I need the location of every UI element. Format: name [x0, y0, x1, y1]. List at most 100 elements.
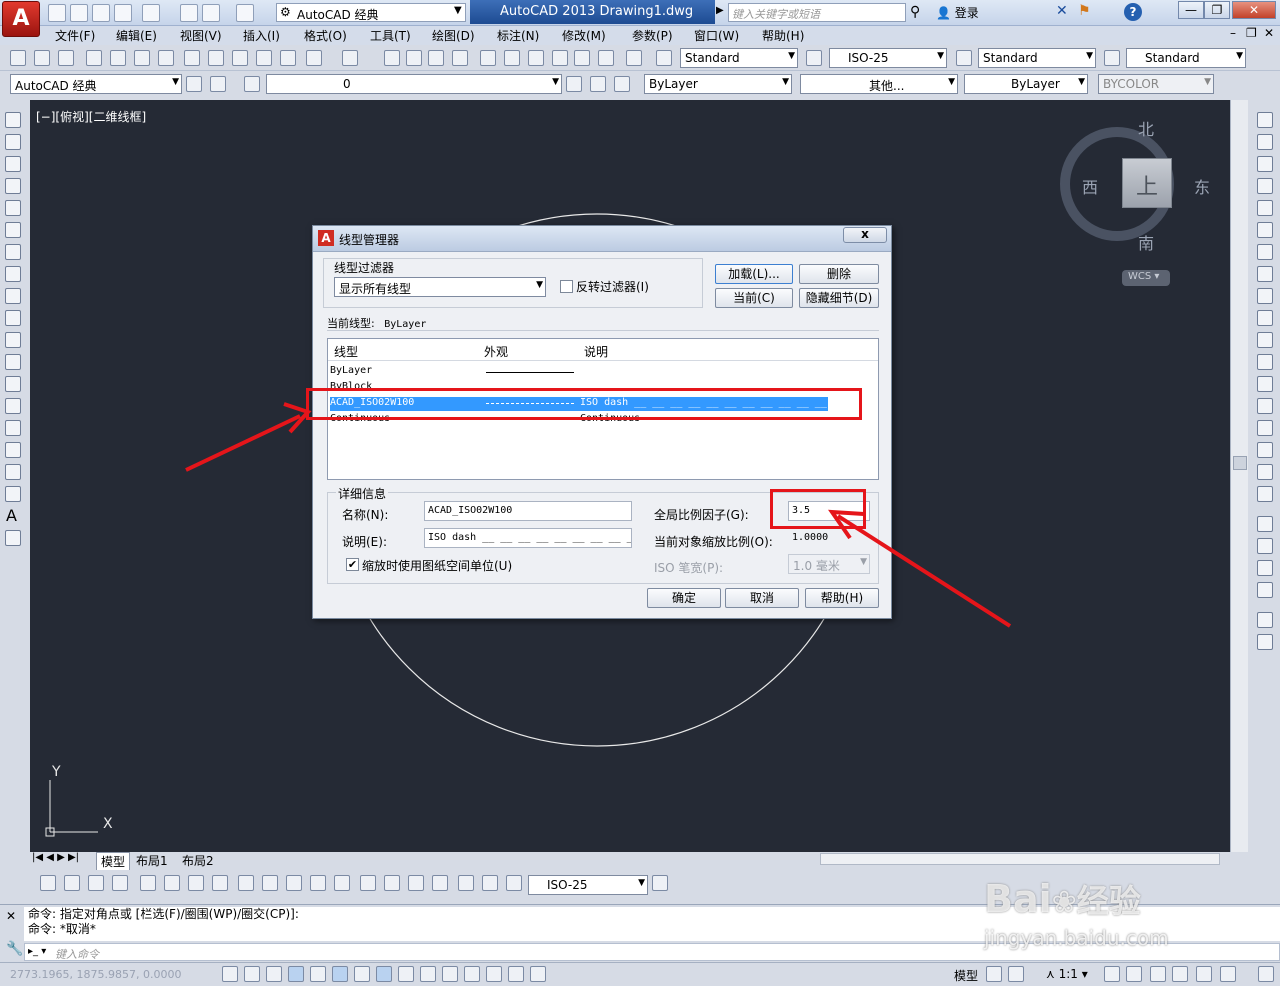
linetype-combo[interactable]: 其他... ▼: [800, 74, 958, 94]
tab-model[interactable]: 模型: [96, 852, 131, 871]
text-above-icon[interactable]: [1257, 612, 1273, 628]
annotation-visibility-icon[interactable]: [1104, 966, 1120, 982]
model-space-toggle[interactable]: 模型: [954, 967, 978, 984]
description-field[interactable]: ISO dash __ __ __ __ __ __ __ __ __ __ _…: [424, 528, 632, 548]
inspection-icon[interactable]: [408, 875, 424, 891]
doc-restore-icon[interactable]: ❐: [1246, 26, 1257, 40]
hatch-back-icon[interactable]: [1257, 634, 1273, 650]
open-icon[interactable]: [70, 4, 88, 22]
move-icon[interactable]: [1257, 222, 1273, 238]
help-button[interactable]: 帮助(H): [805, 588, 879, 608]
menu-tools[interactable]: 工具(T): [370, 27, 411, 44]
plot-icon[interactable]: [180, 4, 198, 22]
ordinate-icon[interactable]: [112, 875, 128, 891]
table-style-combo[interactable]: Standard ▼: [978, 48, 1096, 68]
publish-icon[interactable]: [142, 4, 160, 22]
table-style-icon[interactable]: [956, 50, 972, 66]
redo-icon[interactable]: [342, 50, 358, 66]
menu-help[interactable]: 帮助(H): [762, 27, 804, 44]
tolerance-icon[interactable]: [360, 875, 376, 891]
polyline-icon[interactable]: [5, 156, 21, 172]
close-icon[interactable]: ✕: [6, 909, 16, 923]
binoculars-icon[interactable]: ⚲: [910, 4, 920, 20]
snap-icon[interactable]: [244, 966, 260, 982]
help-icon[interactable]: [626, 50, 642, 66]
cut-icon[interactable]: [184, 50, 200, 66]
open-icon[interactable]: [34, 50, 50, 66]
name-field[interactable]: ACAD_ISO02W100: [424, 501, 632, 521]
save-icon[interactable]: [58, 50, 74, 66]
array-icon[interactable]: [1257, 200, 1273, 216]
menu-format[interactable]: 格式(O): [304, 27, 347, 44]
menu-modify[interactable]: 修改(M): [562, 27, 606, 44]
pan-icon[interactable]: [384, 50, 400, 66]
exchange-icon[interactable]: ✕: [1056, 3, 1068, 19]
isolate-objects-icon[interactable]: [1220, 966, 1236, 982]
revision-cloud-icon[interactable]: [5, 266, 21, 282]
tab-nav-arrows[interactable]: |◀ ◀ ▶ ▶|: [32, 852, 79, 863]
ortho-icon[interactable]: [288, 966, 304, 982]
dialog-titlebar[interactable]: A 线型管理器 x: [313, 226, 891, 252]
center-mark-icon[interactable]: [384, 875, 400, 891]
plot-icon[interactable]: [86, 50, 102, 66]
hide-details-button[interactable]: 隐藏细节(D): [799, 288, 879, 308]
design-center-icon[interactable]: [504, 50, 520, 66]
menu-insert[interactable]: 插入(I): [243, 27, 280, 44]
dim-space-icon[interactable]: [310, 875, 326, 891]
menu-dimension[interactable]: 标注(N): [497, 27, 539, 44]
bring-above-icon[interactable]: [1257, 582, 1273, 598]
gear-icon[interactable]: [186, 76, 202, 92]
hardware-accel-icon[interactable]: [1196, 966, 1212, 982]
bring-to-front-icon[interactable]: [1257, 538, 1273, 554]
menu-file[interactable]: 文件(F): [55, 27, 95, 44]
break-icon[interactable]: [1257, 376, 1273, 392]
ellipse-icon[interactable]: [5, 310, 21, 326]
doc-minimize-icon[interactable]: –: [1230, 26, 1236, 40]
3d-osnap-icon[interactable]: [354, 966, 370, 982]
line-icon[interactable]: [5, 112, 21, 128]
chevron-down-icon[interactable]: ▼: [454, 5, 462, 16]
copy-icon[interactable]: [208, 50, 224, 66]
close-button[interactable]: ✕: [1232, 1, 1276, 19]
mleader-style-combo[interactable]: Standard ▼: [1126, 48, 1246, 68]
rotate-icon[interactable]: [1257, 244, 1273, 260]
match-properties-icon[interactable]: [256, 50, 272, 66]
circle-icon[interactable]: [5, 244, 21, 260]
jogged-dim-icon[interactable]: [164, 875, 180, 891]
wcs-menu[interactable]: WCS ▾: [1122, 270, 1170, 286]
calculator-icon[interactable]: [598, 50, 614, 66]
angular-dim-icon[interactable]: [212, 875, 228, 891]
current-button[interactable]: 当前(C): [715, 288, 793, 308]
annotation-monitor-icon[interactable]: [530, 966, 546, 982]
add-selected-icon[interactable]: [5, 530, 21, 546]
column-appearance[interactable]: 外观: [484, 343, 508, 360]
quick-dim-icon[interactable]: [238, 875, 254, 891]
region-icon[interactable]: [5, 464, 21, 480]
redo-icon[interactable]: [236, 4, 254, 22]
wrench-icon[interactable]: 🔧: [6, 941, 23, 957]
horizontal-scrollbar[interactable]: [820, 853, 1220, 865]
paste-icon[interactable]: [232, 50, 248, 66]
selection-cycling-icon[interactable]: [508, 966, 524, 982]
star-icon[interactable]: ⚑: [1078, 3, 1091, 19]
menu-window[interactable]: 窗口(W): [694, 27, 739, 44]
plotstyle-combo[interactable]: BYCOLOR ▼: [1098, 74, 1214, 94]
mleader-style-icon[interactable]: [1104, 50, 1120, 66]
compass-north[interactable]: 北: [1138, 116, 1154, 140]
rectangle-icon[interactable]: [5, 200, 21, 216]
copy-object-icon[interactable]: [1257, 134, 1273, 150]
layer-combo[interactable]: 0 ▼: [266, 74, 562, 94]
quick-properties-icon[interactable]: [486, 966, 502, 982]
polygon-icon[interactable]: [5, 178, 21, 194]
ok-button[interactable]: 确定: [647, 588, 721, 608]
scale-icon[interactable]: [1257, 266, 1273, 282]
3d-dwf-icon[interactable]: [158, 50, 174, 66]
jogged-linear-icon[interactable]: [432, 875, 448, 891]
markup-icon[interactable]: [574, 50, 590, 66]
baseline-icon[interactable]: [262, 875, 278, 891]
continue-icon[interactable]: [286, 875, 302, 891]
draw-order-icon[interactable]: [1257, 516, 1273, 532]
extend-icon[interactable]: [1257, 332, 1273, 348]
annotation-scale[interactable]: ⋏ 1:1 ▾: [1046, 967, 1088, 981]
workspace-combo[interactable]: AutoCAD 经典 ▼: [10, 74, 182, 94]
